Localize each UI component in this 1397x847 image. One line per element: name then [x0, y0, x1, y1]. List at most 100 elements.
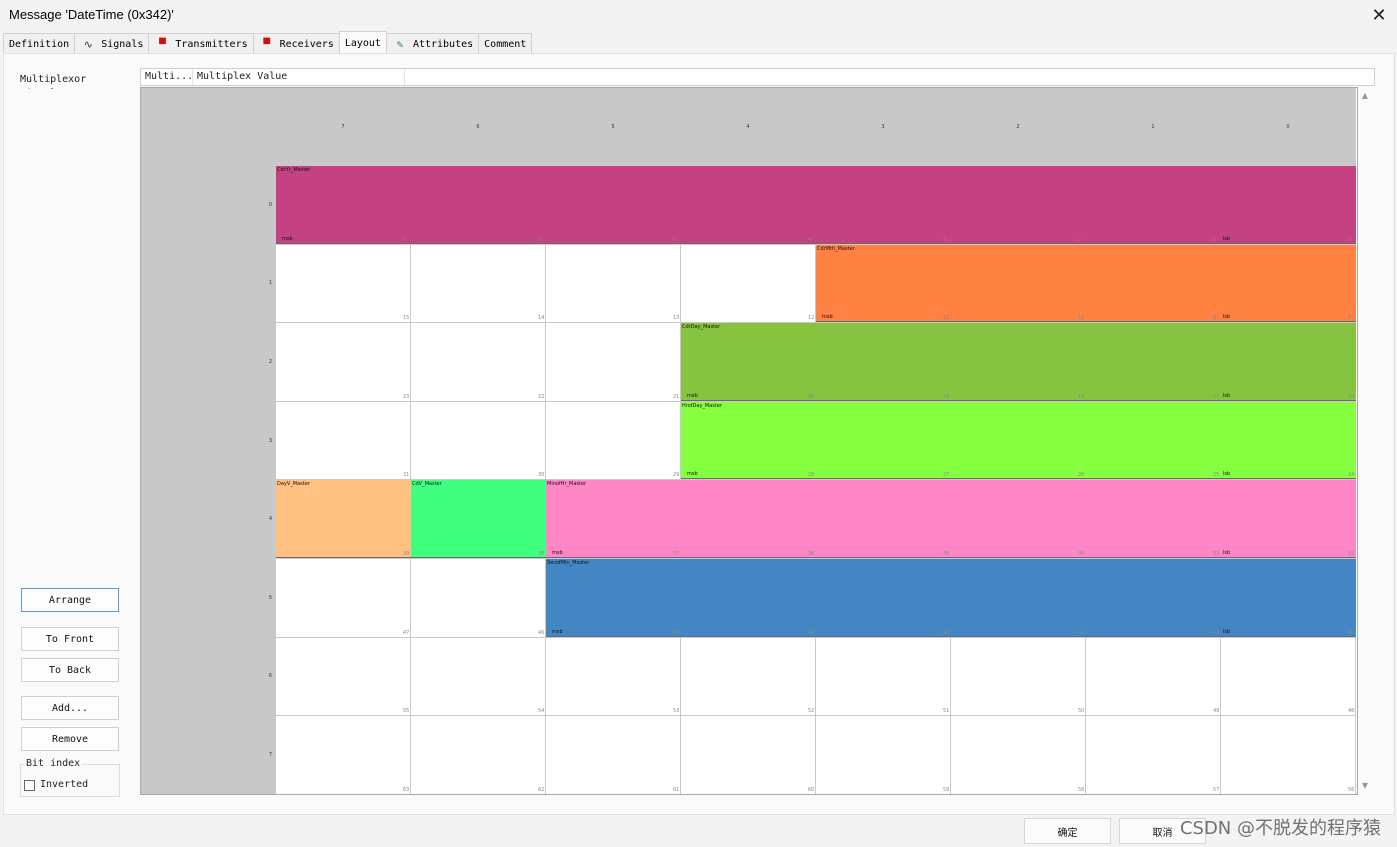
- bit-cell[interactable]: [816, 716, 951, 794]
- scroll-up-icon[interactable]: ▲: [1360, 91, 1370, 101]
- tab-comment[interactable]: Comment: [478, 33, 533, 54]
- close-button[interactable]: ✕: [1365, 2, 1393, 30]
- bit-number: 1: [1213, 236, 1217, 243]
- row-header: 6: [141, 637, 276, 717]
- bit-cell[interactable]: [276, 559, 411, 638]
- pencil-icon: ✎: [396, 37, 404, 51]
- bit-number: 25: [1213, 472, 1220, 479]
- to-front-button[interactable]: To Front: [21, 627, 119, 651]
- bit-number: 5: [673, 236, 677, 243]
- row-header: 4: [141, 480, 276, 559]
- bit-cell[interactable]: [411, 637, 546, 717]
- bit-number: 21: [673, 393, 680, 400]
- tab-layout[interactable]: Layout: [338, 31, 387, 54]
- vertical-scrollbar[interactable]: ▲ ▼: [1358, 87, 1372, 795]
- bit-cell[interactable]: [681, 244, 816, 324]
- tab-receivers[interactable]: ▀ Receivers: [252, 33, 340, 54]
- tab-definition[interactable]: Definition: [3, 33, 76, 54]
- lsb-marker: lsb: [1223, 235, 1231, 242]
- multiplex-value-column-header[interactable]: Multiplex Value: [193, 69, 405, 85]
- bit-number: 51: [943, 708, 950, 715]
- lsb-marker: lsb: [1223, 628, 1231, 635]
- row-header-label: 7: [268, 751, 272, 758]
- bit-cell[interactable]: [1086, 637, 1221, 717]
- tab-transmitters[interactable]: ▀ Transmitters: [148, 33, 254, 54]
- signal-block[interactable]: HrofDay_Master msb lsb: [681, 401, 1356, 480]
- bit-cell[interactable]: [1086, 716, 1221, 794]
- bit-cell[interactable]: [276, 244, 411, 324]
- bit-number: 8: [1348, 315, 1352, 322]
- bit-number: 55: [403, 708, 410, 715]
- signal-block[interactable]: CdrYr_Mastermsb lsb: [276, 166, 1356, 244]
- bit-number: 23: [403, 393, 410, 400]
- row-header-label: 4: [268, 516, 272, 523]
- bit-number: 2: [1078, 236, 1082, 243]
- bit-cell[interactable]: [1221, 637, 1356, 717]
- bit-number: 49: [1213, 708, 1220, 715]
- bit-cell[interactable]: [276, 716, 411, 794]
- signal-name: CdrYr_Master: [277, 167, 311, 173]
- bit-cell[interactable]: [951, 716, 1086, 794]
- bit-number: 59: [943, 786, 950, 793]
- row-header: 2: [141, 323, 276, 402]
- bit-cell[interactable]: [546, 637, 681, 717]
- inverted-label[interactable]: Inverted: [40, 779, 88, 790]
- bit-cell[interactable]: [411, 244, 546, 324]
- scroll-down-icon[interactable]: ▼: [1360, 781, 1370, 791]
- watermark: CSDN @不脱发的程序猿: [1179, 818, 1381, 839]
- signal-name: CdrMth_Master: [817, 245, 855, 252]
- bit-cell[interactable]: [546, 244, 681, 324]
- remove-button[interactable]: Remove: [21, 727, 119, 751]
- bit-cell[interactable]: [276, 323, 411, 402]
- bit-number: 41: [1213, 629, 1220, 636]
- bit-number: 52: [808, 708, 815, 715]
- bit-cell[interactable]: [276, 637, 411, 717]
- row-header-label: 3: [268, 437, 272, 444]
- msb-marker: msb: [282, 235, 293, 242]
- bit-cell[interactable]: [411, 716, 546, 794]
- bit-number: 7: [403, 236, 407, 243]
- row-header-label: 0: [268, 201, 272, 208]
- signal-block[interactable]: CdrDay_Master msb lsb: [681, 323, 1356, 401]
- multiplexor-column-header[interactable]: Multi...: [141, 69, 193, 85]
- bit-cell[interactable]: [411, 401, 546, 481]
- ok-button[interactable]: 确定: [1024, 818, 1111, 844]
- column-header-label: 6: [476, 123, 480, 130]
- bit-cell[interactable]: [681, 637, 816, 717]
- red-node-icon: ▀: [159, 37, 166, 51]
- signal-block[interactable]: DayV_Master: [276, 480, 411, 558]
- column-header-label: 0: [1286, 123, 1290, 130]
- column-header-label: 1: [1151, 123, 1155, 130]
- bit-cell[interactable]: [411, 559, 546, 638]
- signal-block[interactable]: CdV_Master: [411, 480, 546, 558]
- bit-number: 0: [1348, 236, 1352, 243]
- bit-cell[interactable]: [546, 716, 681, 794]
- layout-grid[interactable]: 7 6 5 4 3 2 1 0 0 1 2 3 4 5 6 7 CdrYr_Master msb lsb CdrMth…: [140, 87, 1358, 795]
- bit-cell[interactable]: [546, 401, 681, 481]
- bit-cell[interactable]: [411, 323, 546, 402]
- multiplexor-header: Multi... Multiplex Value: [140, 68, 1375, 86]
- bit-index-label: Bit index: [24, 758, 83, 769]
- bit-cell[interactable]: [546, 323, 681, 402]
- tab-attributes[interactable]: ✎ Attributes: [385, 33, 480, 54]
- signal-name: MinofHr_Master: [547, 481, 587, 488]
- signal-name: HrofDay_Master: [682, 402, 722, 409]
- inverted-checkbox[interactable]: [24, 780, 35, 791]
- bit-cell[interactable]: [951, 637, 1086, 717]
- bit-number: 56: [1348, 786, 1355, 793]
- arrange-button[interactable]: Arrange: [21, 588, 119, 612]
- tab-label: Attributes: [412, 38, 474, 50]
- signal-block[interactable]: SecofMin_Master msb lsb: [546, 559, 1356, 637]
- signal-block[interactable]: CdrMth_Master msb lsb: [816, 244, 1356, 323]
- bit-cell[interactable]: [681, 716, 816, 794]
- bit-cell[interactable]: [1221, 716, 1356, 794]
- bit-cell[interactable]: [816, 637, 951, 717]
- signal-block[interactable]: MinofHr_Master msb lsb: [546, 480, 1356, 558]
- bit-cell[interactable]: [276, 401, 411, 481]
- bit-number: 16: [1348, 393, 1355, 400]
- bit-number: 53: [673, 708, 680, 715]
- tab-signals[interactable]: ∿ Signals: [74, 33, 150, 54]
- to-back-button[interactable]: To Back: [21, 658, 119, 682]
- lsb-marker: lsb: [1223, 392, 1231, 399]
- add-button[interactable]: Add...: [21, 696, 119, 720]
